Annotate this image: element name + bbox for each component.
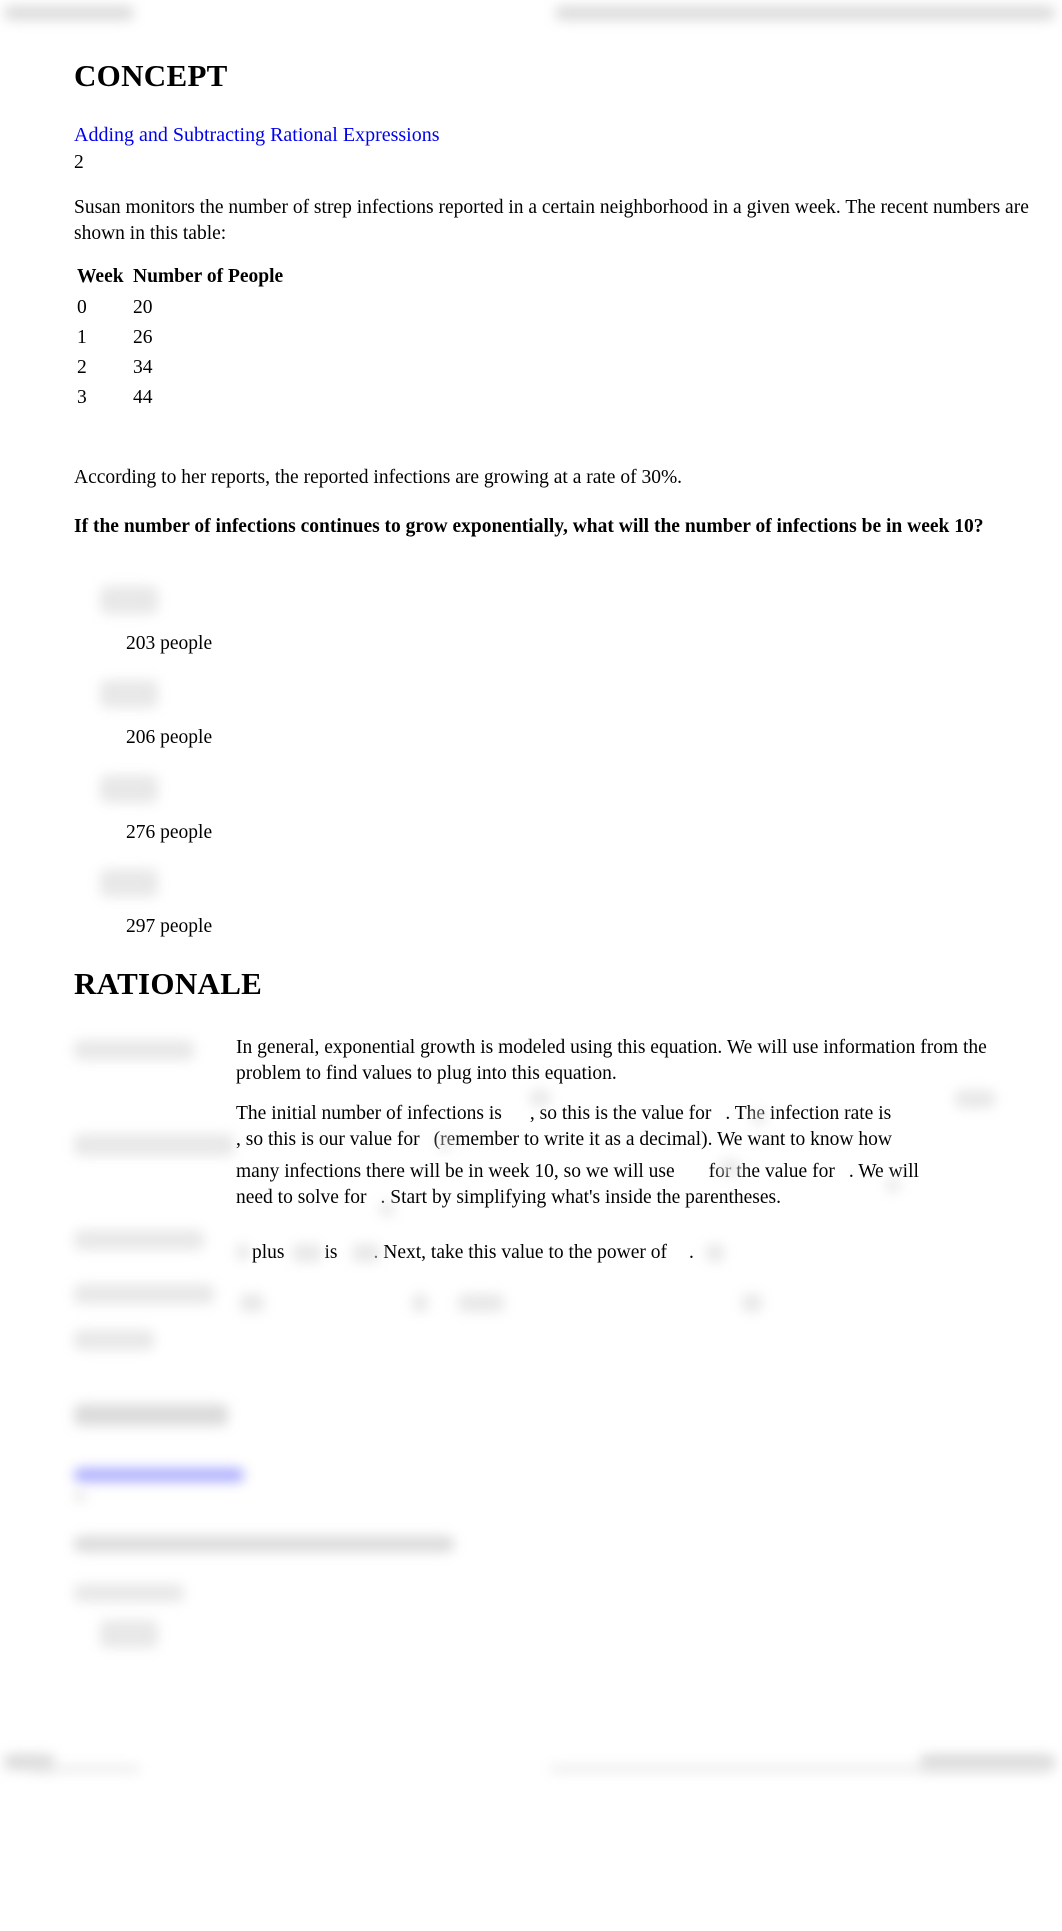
equation-result-blurred xyxy=(74,1330,154,1350)
rationale-text: , so this is the value for xyxy=(529,1103,712,1124)
option-c-radio-blurred[interactable] xyxy=(100,775,158,803)
inline-math-blurred xyxy=(412,1294,428,1312)
problem-intro: Susan monitors the number of strep infec… xyxy=(74,197,1029,244)
document-page: CONCEPT Adding and Subtracting Rational … xyxy=(0,0,1062,1780)
option-d[interactable]: 297 people xyxy=(126,916,212,938)
inline-math-blurred xyxy=(458,1294,504,1312)
inline-math-blurred xyxy=(706,1244,724,1262)
inline-math-blurred xyxy=(886,1178,900,1192)
inline-math-blurred xyxy=(292,1244,322,1262)
concept-heading: CONCEPT xyxy=(74,58,228,93)
print-header xyxy=(0,0,1062,30)
equation-substituted-blurred xyxy=(74,1134,234,1156)
rate-statement: According to her reports, the reported i… xyxy=(74,467,683,488)
table-header-people: Number of People xyxy=(133,266,284,287)
week-cell: 0 xyxy=(77,297,87,318)
rationale-text: many infections there will be in week 10… xyxy=(236,1161,675,1182)
next-question-blurred xyxy=(74,1536,454,1552)
rationale-text: plus xyxy=(252,1242,285,1263)
rationale-text: , so this is our value for xyxy=(236,1129,420,1150)
rationale-text: need to solve for xyxy=(236,1187,367,1208)
print-header-title-blurred xyxy=(4,6,134,20)
table-row: 3 44 xyxy=(75,384,285,414)
people-cell: 34 xyxy=(133,357,153,378)
question-text: If the number of infections continues to… xyxy=(74,516,984,537)
rationale-text: . xyxy=(689,1242,694,1263)
inline-math-blurred xyxy=(955,1090,995,1108)
table-header-week: Week xyxy=(77,266,124,287)
inline-math-blurred xyxy=(438,1136,452,1150)
equation-step3-blurred xyxy=(74,1284,214,1304)
rationale-paragraph-2: The initial number of infections is , so … xyxy=(236,1101,996,1211)
next-option-radio-blurred[interactable] xyxy=(100,1620,158,1648)
option-d-radio-blurred[interactable] xyxy=(100,869,158,897)
inline-math-blurred xyxy=(742,1294,762,1312)
infections-table: Week Number of People 0 20 1 26 2 34 3 44 xyxy=(75,266,285,414)
concept-number: 2 xyxy=(74,152,84,173)
option-a[interactable]: 203 people xyxy=(126,633,212,655)
equation-step2-blurred xyxy=(74,1230,204,1250)
option-c[interactable]: 276 people xyxy=(126,822,212,844)
print-footer-line-blurred xyxy=(30,1766,140,1772)
rationale-paragraph-1: In general, exponential growth is modele… xyxy=(236,1037,987,1084)
rationale-text: The initial number of infections is xyxy=(236,1103,502,1124)
people-cell: 26 xyxy=(133,327,153,348)
week-cell: 2 xyxy=(77,357,87,378)
option-b-radio-blurred[interactable] xyxy=(100,680,158,708)
week-cell: 3 xyxy=(77,387,87,408)
next-concept-link-blurred[interactable] xyxy=(74,1468,244,1482)
inline-math-blurred xyxy=(380,1202,394,1216)
table-row: 2 34 xyxy=(75,354,285,384)
rationale-heading: RATIONALE xyxy=(74,966,263,1001)
print-footer-line-blurred xyxy=(550,1766,1050,1772)
next-concept-heading-blurred xyxy=(74,1404,228,1426)
inline-math-blurred xyxy=(240,1294,264,1312)
rationale-text: . We will xyxy=(848,1161,919,1182)
inline-math-blurred xyxy=(236,1244,250,1260)
option-a-radio-blurred[interactable] xyxy=(100,586,158,614)
rationale-text: . Next, take this value to the power of xyxy=(373,1242,668,1263)
rationale-text: . The infection rate is xyxy=(725,1103,892,1124)
rationale-text: (remember to write it as a decimal). We … xyxy=(433,1129,892,1150)
next-concept-number-blurred xyxy=(74,1490,86,1502)
next-equation-blurred xyxy=(74,1584,184,1602)
option-b[interactable]: 206 people xyxy=(126,727,212,749)
inline-math-blurred xyxy=(530,1090,550,1106)
concept-link[interactable]: Adding and Subtracting Rational Expressi… xyxy=(74,124,440,147)
rationale-text: is xyxy=(324,1242,338,1263)
week-cell: 1 xyxy=(77,327,87,348)
people-cell: 20 xyxy=(133,297,153,318)
equation-general-blurred xyxy=(74,1040,194,1060)
print-footer xyxy=(0,1750,1062,1780)
inline-math-blurred xyxy=(352,1244,380,1262)
people-cell: 44 xyxy=(133,387,153,408)
inline-math-blurred xyxy=(720,1160,740,1176)
inline-math-blurred xyxy=(752,1110,766,1124)
table-row: 0 20 xyxy=(75,294,285,324)
print-header-url-blurred xyxy=(555,6,1055,20)
rationale-text: . Start by simplifying what's inside the… xyxy=(380,1187,782,1208)
table-row: 1 26 xyxy=(75,324,285,354)
